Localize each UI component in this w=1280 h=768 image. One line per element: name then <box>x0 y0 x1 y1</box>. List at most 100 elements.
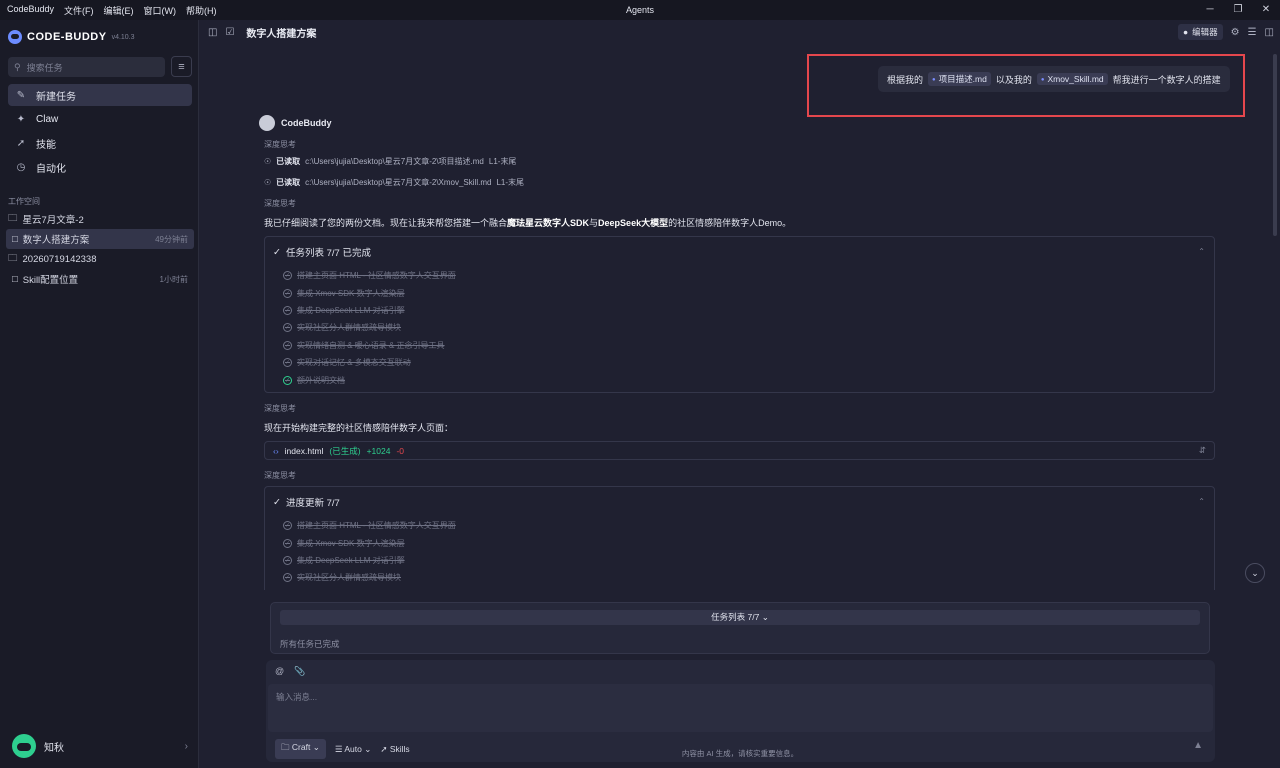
edit-square-icon: ✎ <box>16 89 26 101</box>
task-label: 集成 Xmov SDK 数字人渲染层 <box>297 288 405 298</box>
chevron-down-icon: ⌄ <box>1251 568 1259 578</box>
intro-part: 的社区情感陪伴数字人Demo。 <box>668 218 792 228</box>
user-profile[interactable]: 知秋 › <box>12 734 188 758</box>
intro-part: 我已仔细阅读了您的两份文档。现在让我来帮您搭建一个融合 <box>264 218 508 228</box>
workspace-tree: 🗀 星云7月文章-2 □ 数字人搭建方案 49分钟前 🗀 20260719142… <box>6 209 194 289</box>
lines-added: +1024 <box>366 445 391 456</box>
task-item: ✓ 搭建主页面 HTML - 社区情感数字人交互界面 <box>265 267 1214 284</box>
task-card-title: 任务列表 7/7 已完成 <box>285 248 371 259</box>
code-icon: ‹› <box>273 445 279 456</box>
intro-bold: DeepSeek大模型 <box>598 218 669 228</box>
tree-chat-item[interactable]: □ Skill配置位置 1小时前 <box>6 269 194 289</box>
task-list: ✓ 搭建主页面 HTML - 社区情感数字人交互界面 ✓ 集成 Xmov SDK 数字… <box>265 267 1214 389</box>
search-placeholder: 搜索任务 <box>26 62 63 73</box>
sidebar-nav: ✎ 新建任务 ✦ Claw ➚ 技能 ◷ 自动化 <box>8 84 192 180</box>
read-range: L1-末尾 <box>488 157 517 166</box>
read-row[interactable]: ☉ 已读取 c:\Users\jujia\Desktop\星云7月文章-2\项目… <box>264 156 516 167</box>
sidebar-item-label: 技能 <box>36 139 56 151</box>
restore-icon[interactable]: ❐ <box>1224 0 1252 20</box>
filter-button[interactable]: ≡ <box>171 56 192 77</box>
eye-icon: ☉ <box>264 157 272 166</box>
scrollbar[interactable] <box>1273 54 1277 236</box>
sidebar-item-claw[interactable]: ✦ Claw <box>8 108 192 130</box>
task-search-input[interactable]: ⚲ 搜索任务 <box>8 57 165 77</box>
task-bar-label: 任务列表 7/7 <box>711 612 760 622</box>
task-list-toggle[interactable]: 任务列表 7/7 ⌄ <box>280 610 1200 625</box>
intro-text: 我已仔细阅读了您的两份文档。现在让我来帮您搭建一个融合魔珐星云数字人SDK与De… <box>264 216 791 229</box>
task-item: ✓ 搭建主页面 HTML - 社区情感数字人交互界面 <box>265 517 1214 534</box>
task-item: ✓ 集成 Xmov SDK 数字人渲染层 <box>265 534 1214 551</box>
task-item: ✓ 集成 Xmov SDK 数字人渲染层 <box>265 284 1214 301</box>
task-item: ✓ 额外说明文档 <box>265 371 1214 388</box>
tree-folder[interactable]: 🗀 星云7月文章-2 <box>6 209 194 229</box>
check-icon: ✓ <box>283 555 292 565</box>
check-icon: ✓ <box>283 358 292 368</box>
avatar <box>12 734 36 758</box>
all-done-label: 所有任务已完成 <box>280 639 340 649</box>
thinking-label[interactable]: 深度思考 <box>264 403 296 414</box>
check-square-icon[interactable]: ☑ <box>225 27 234 38</box>
read-row[interactable]: ☉ 已读取 c:\Users\jujia\Desktop\星云7月文章-2\Xm… <box>264 177 524 188</box>
generated-file-card[interactable]: ‹› index.html (已生成) +1024 -0 ⇵ <box>264 441 1215 460</box>
check-icon: ✓ <box>283 538 292 548</box>
chevron-right-icon: › <box>184 740 188 752</box>
menu-file[interactable]: 文件(F) <box>64 4 94 17</box>
tree-chat-item[interactable]: □ 数字人搭建方案 49分钟前 <box>6 229 194 249</box>
check-icon: ✓ <box>283 340 292 350</box>
sidebar-item-new-task[interactable]: ✎ 新建任务 <box>8 84 192 106</box>
menu-icon[interactable]: ☰ <box>1248 27 1257 38</box>
read-label: 已读取 <box>276 178 301 187</box>
panel-toggle-icon[interactable]: ◫ <box>1265 27 1274 38</box>
scroll-down-button[interactable]: ⌄ <box>1245 563 1265 583</box>
collapse-icon[interactable]: ⌃ <box>1198 497 1205 506</box>
workspace-title: 工作空间 <box>8 197 40 206</box>
read-range: L1-末尾 <box>496 178 525 187</box>
progress-card: ✓ 进度更新 7/7 ⌃ ✓ 搭建主页面 HTML - 社区情感数字人交互界面 ✓ 集… <box>264 486 1215 590</box>
thinking-label[interactable]: 深度思考 <box>264 139 296 150</box>
tree-time: 1小时前 <box>159 274 188 284</box>
intro-part: 与 <box>589 218 599 228</box>
sidebar-item-automation[interactable]: ◷ 自动化 <box>8 156 192 178</box>
minimize-icon[interactable]: ─ <box>1196 0 1224 20</box>
skills-icon: ➚ <box>16 137 26 149</box>
expand-icon[interactable]: ⇵ <box>1199 445 1206 456</box>
check-circle-icon: ✓ <box>273 496 281 508</box>
check-icon: ✓ <box>283 573 292 583</box>
progress-list: ✓ 搭建主页面 HTML - 社区情感数字人交互界面 ✓ 集成 Xmov SDK 数字… <box>265 517 1214 587</box>
check-icon: ✓ <box>283 521 292 531</box>
chevron-down-icon: ⌄ <box>761 612 769 622</box>
message-body: 深度思考 ☉ 已读取 c:\Users\jujia\Desktop\星云7月文章… <box>264 20 1215 590</box>
sidebar-item-label: 自动化 <box>36 163 66 175</box>
message-input[interactable]: 输入消息... <box>268 684 1213 732</box>
task-list-card: ✓ 任务列表 7/7 已完成 ⌃ ✓ 搭建主页面 HTML - 社区情感数字人交互… <box>264 236 1215 393</box>
gear-icon[interactable]: ⚙ <box>1231 27 1240 38</box>
intro-bold: 魔珐星云数字人SDK <box>507 218 590 228</box>
attach-icon[interactable]: 📎 <box>294 666 305 677</box>
thinking-label[interactable]: 深度思考 <box>264 198 296 209</box>
user-name: 知秋 <box>44 742 64 754</box>
sidebar-toggle-icon[interactable]: ◫ <box>208 27 217 38</box>
collapse-icon[interactable]: ⌃ <box>1198 247 1205 256</box>
search-icon: ⚲ <box>14 61 21 72</box>
composer: @ 📎 输入消息... 🗀 Craft ⌄ ☰ Auto ⌄ ➚ Skills … <box>266 660 1215 762</box>
read-path: c:\Users\jujia\Desktop\星云7月文章-2\Xmov_Ski… <box>305 178 492 187</box>
sidebar-item-skills[interactable]: ➚ 技能 <box>8 132 192 154</box>
tree-folder[interactable]: 🗀 20260719142338 <box>6 249 194 269</box>
menu-window[interactable]: 窗口(W) <box>144 4 177 17</box>
task-label: 搭建主页面 HTML - 社区情感数字人交互界面 <box>297 271 456 281</box>
tree-label: 20260719142338 <box>22 253 97 265</box>
folder-icon: 🗀 <box>8 213 18 224</box>
sliders-icon: ≡ <box>178 60 185 73</box>
read-label: 已读取 <box>276 157 301 166</box>
chat-icon: □ <box>12 233 18 245</box>
menu-edit[interactable]: 编辑(E) <box>104 4 134 17</box>
thinking-label[interactable]: 深度思考 <box>264 470 296 481</box>
close-icon[interactable]: ✕ <box>1252 0 1280 20</box>
task-label: 集成 DeepSeek LLM 对话引擎 <box>297 555 405 565</box>
menu-help[interactable]: 帮助(H) <box>186 4 217 17</box>
version-label: v4.10.3 <box>111 33 135 41</box>
task-label: 实现社区分人群情感疏导模块 <box>297 323 401 333</box>
mention-icon[interactable]: @ <box>275 666 284 677</box>
folder-icon: 🗀 <box>8 253 18 264</box>
lines-removed: -0 <box>396 445 405 456</box>
